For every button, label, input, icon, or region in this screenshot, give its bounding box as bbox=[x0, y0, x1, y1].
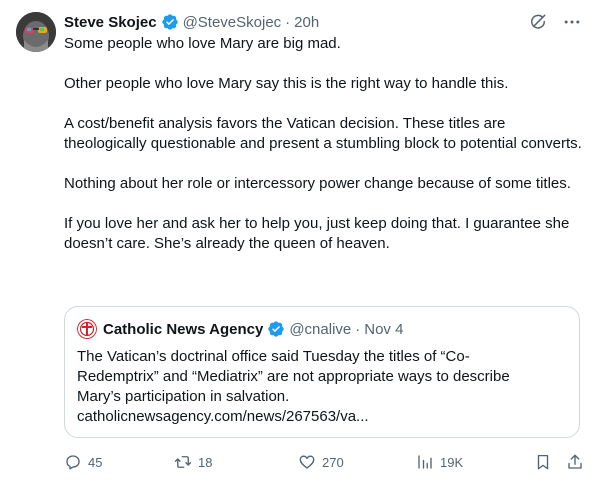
repost-button[interactable]: 18 bbox=[174, 452, 212, 472]
share-button[interactable] bbox=[566, 452, 584, 472]
verified-badge-icon bbox=[161, 14, 178, 30]
separator-dot: · bbox=[285, 13, 291, 31]
grok-icon[interactable] bbox=[528, 12, 548, 32]
avatar-image bbox=[16, 12, 56, 52]
author-handle[interactable]: @SteveSkojec bbox=[183, 14, 282, 31]
reply-button[interactable]: 45 bbox=[64, 452, 102, 472]
bookmark-icon bbox=[537, 454, 549, 470]
tweet-text: Some people who love Mary are big mad. O… bbox=[64, 34, 584, 274]
views-count: 19K bbox=[440, 454, 464, 470]
verified-badge-icon bbox=[268, 321, 285, 337]
reply-count: 45 bbox=[88, 454, 103, 470]
tweet-paragraph: Some people who love Mary are big mad. bbox=[64, 35, 341, 52]
cna-logo-icon bbox=[77, 319, 97, 339]
quoted-timestamp: Nov 4 bbox=[364, 320, 404, 338]
share-icon bbox=[568, 454, 582, 469]
quoted-text: The Vatican’s doctrinal office said Tues… bbox=[77, 348, 510, 425]
more-icon[interactable] bbox=[562, 12, 582, 32]
quoted-tweet[interactable]: Catholic News Agency @cnalive · Nov 4 Th… bbox=[64, 306, 580, 438]
like-button[interactable]: 270 bbox=[298, 452, 344, 472]
views-icon bbox=[418, 455, 432, 469]
like-icon bbox=[299, 455, 315, 469]
tweet-paragraph: Nothing about her role or intercessory p… bbox=[64, 175, 571, 192]
tweet[interactable]: Steve Skojec @SteveSkojec · 20h Some peo… bbox=[0, 0, 598, 484]
separator-dot: · bbox=[355, 320, 361, 338]
tweet-paragraph: A cost/benefit analysis favors the Vatic… bbox=[64, 115, 582, 152]
like-count: 270 bbox=[322, 454, 344, 470]
quoted-author-handle: @cnalive bbox=[289, 320, 352, 338]
repost-icon bbox=[174, 456, 192, 468]
tweet-paragraph: Other people who love Mary say this is t… bbox=[64, 75, 509, 92]
author-name[interactable]: Steve Skojec bbox=[64, 14, 157, 31]
quoted-author-name: Catholic News Agency bbox=[103, 320, 264, 338]
avatar[interactable] bbox=[16, 12, 56, 52]
tweet-header: Steve Skojec @SteveSkojec · 20h bbox=[64, 12, 319, 32]
tweet-paragraph: If you love her and ask her to help you,… bbox=[64, 215, 570, 252]
tweet-top-actions bbox=[528, 12, 582, 32]
bookmark-button[interactable] bbox=[534, 452, 552, 472]
tweet-action-bar: 45 18 270 19K bbox=[64, 452, 584, 472]
reply-icon bbox=[66, 455, 80, 470]
quoted-header: Catholic News Agency @cnalive · Nov 4 bbox=[77, 319, 403, 339]
tweet-timestamp[interactable]: 20h bbox=[294, 14, 319, 31]
views-button[interactable]: 19K bbox=[416, 452, 463, 472]
repost-count: 18 bbox=[198, 454, 213, 470]
